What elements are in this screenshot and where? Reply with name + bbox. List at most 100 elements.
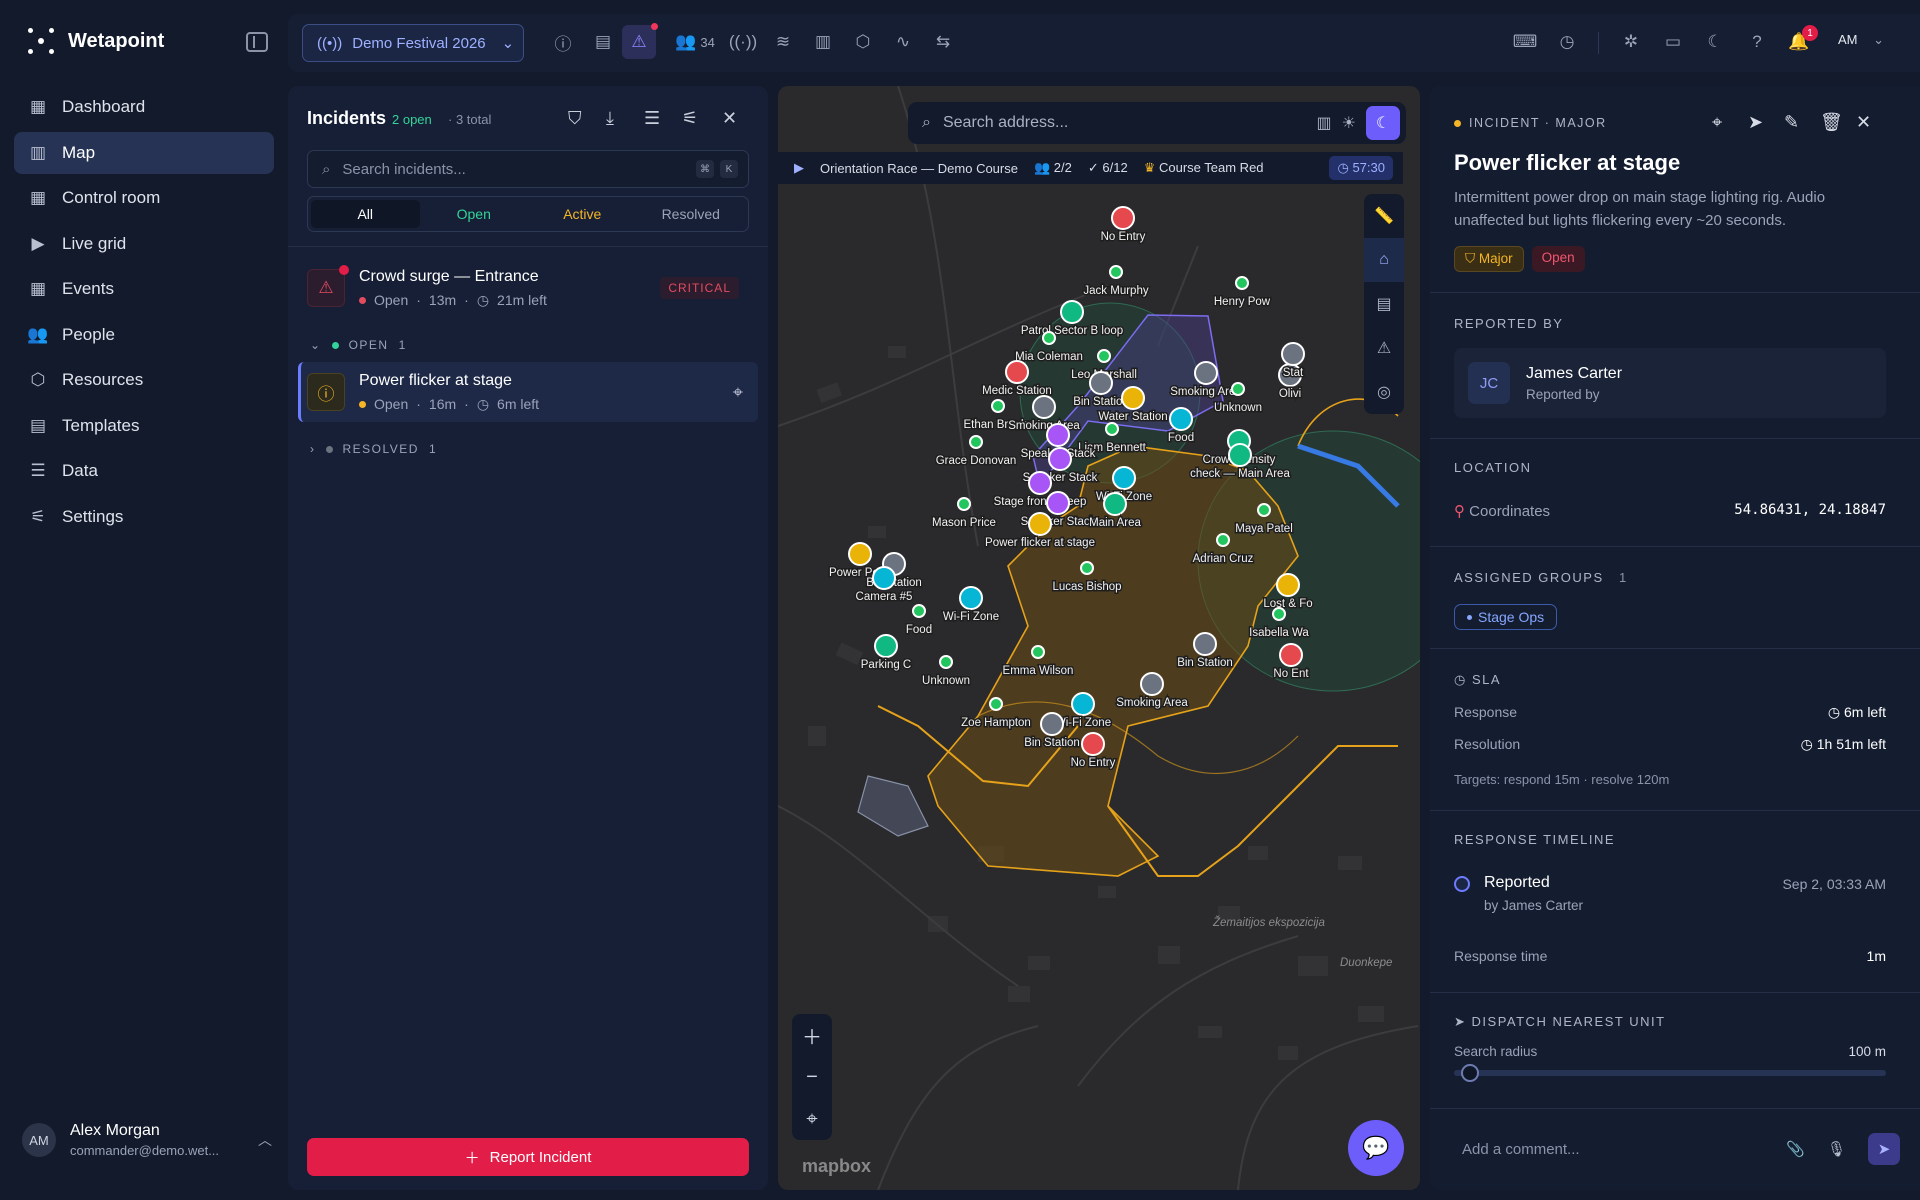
chat-button[interactable]: 💬 — [1348, 1120, 1404, 1176]
edit-icon[interactable]: ✎ — [1784, 112, 1799, 133]
app-logo[interactable]: Wetapoint — [28, 28, 164, 54]
map-marker[interactable] — [1109, 265, 1123, 279]
ruler-icon[interactable]: 📏 — [1364, 194, 1404, 238]
bug-icon[interactable]: ✲ — [1620, 31, 1642, 53]
sidebar-item-live-grid[interactable]: ▶ Live grid — [14, 223, 274, 265]
map-marker[interactable] — [1103, 492, 1127, 516]
filter-icon[interactable]: ⚟ — [682, 108, 698, 129]
map-marker[interactable] — [1080, 561, 1094, 575]
map-marker[interactable] — [991, 399, 1005, 413]
map-marker[interactable] — [1235, 276, 1249, 290]
user-avatar-button[interactable]: AM ⌄ — [1838, 32, 1884, 48]
info-icon[interactable]: ⓘ — [552, 31, 574, 54]
inbox-icon[interactable]: ▭ — [1662, 31, 1684, 53]
people-count-button[interactable]: 👥 34 — [672, 31, 718, 53]
play-icon[interactable]: ▶ — [794, 160, 804, 176]
sidebar-item-dashboard[interactable]: ▦ Dashboard — [14, 86, 274, 128]
incident-search[interactable]: ⌕ Search incidents... ⌘ K — [307, 150, 749, 188]
locate-icon[interactable]: ⌖ — [733, 382, 743, 403]
map-marker[interactable] — [1279, 643, 1303, 667]
moon-icon[interactable]: ☾ — [1366, 106, 1400, 140]
map-marker[interactable] — [1046, 491, 1070, 515]
close-icon[interactable]: ✕ — [722, 108, 737, 129]
zoom-out-button[interactable]: − — [792, 1056, 832, 1098]
slider-thumb[interactable] — [1460, 1064, 1479, 1082]
map-marker[interactable] — [1112, 466, 1136, 490]
route-icon[interactable]: ⇆ — [932, 31, 954, 53]
locate-icon[interactable]: ⌖ — [792, 1098, 832, 1140]
address-input[interactable]: Search address... — [943, 114, 1068, 132]
send-icon[interactable]: ➤ — [1748, 112, 1763, 133]
send-button[interactable]: ➤ — [1868, 1133, 1900, 1165]
alert-triangle-icon[interactable]: ⚠ — [1364, 326, 1404, 370]
map-marker[interactable] — [1040, 712, 1064, 736]
close-icon[interactable]: ✕ — [1856, 112, 1871, 133]
map-view[interactable]: No Entry Jack Murphy Patrol Sector B loop M… — [778, 86, 1420, 1190]
map-marker[interactable] — [1046, 423, 1070, 447]
radio-icon[interactable]: ((·)) — [729, 31, 757, 53]
sidebar-item-map[interactable]: ▥ Map — [14, 131, 274, 174]
locate-icon[interactable]: ⌖ — [1712, 112, 1722, 133]
map-marker[interactable] — [1276, 573, 1300, 597]
group-chip[interactable]: Stage Ops — [1454, 604, 1558, 630]
sidebar-item-people[interactable]: 👥 People — [14, 314, 274, 356]
trash-icon[interactable]: 🗑 — [1820, 112, 1843, 133]
map-marker[interactable] — [1005, 360, 1029, 384]
bell-icon[interactable]: 🔔 1 — [1788, 25, 1818, 53]
moon-icon[interactable]: ☾ — [1704, 31, 1726, 53]
map-marker[interactable] — [959, 586, 983, 610]
map-marker[interactable] — [1231, 382, 1245, 396]
layers-icon[interactable]: ≋ — [772, 31, 794, 53]
reporter-card[interactable]: JC James Carter Reported by — [1454, 348, 1886, 418]
sidebar-item-settings[interactable]: ⚟ Settings — [14, 496, 274, 538]
tab-resolved[interactable]: Resolved — [637, 200, 746, 228]
map-marker[interactable] — [1028, 471, 1052, 495]
map-marker[interactable] — [1281, 342, 1305, 366]
box-icon[interactable]: ⬡ — [852, 31, 874, 53]
map-marker[interactable] — [1105, 422, 1119, 436]
incident-row-major[interactable]: ⓘ Power flicker at stage Open · 16m · ◷ 6m le… — [307, 362, 749, 422]
clock-icon[interactable]: ◷ — [1556, 31, 1578, 53]
map-style-icon[interactable]: ▥ — [1317, 113, 1332, 133]
incidents-alert-icon[interactable]: ⚠ — [622, 23, 658, 59]
map-marker[interactable] — [1169, 407, 1193, 431]
map-marker[interactable] — [1111, 206, 1135, 230]
report-incident-button[interactable]: ＋ Report Incident — [307, 1138, 749, 1176]
map-marker[interactable] — [912, 604, 926, 618]
map-marker[interactable] — [1228, 443, 1252, 467]
map-canvas[interactable]: No Entry Jack Murphy Patrol Sector B loop M… — [778, 86, 1420, 1190]
keyboard-icon[interactable]: ⌨ — [1513, 31, 1538, 53]
map-marker[interactable] — [848, 542, 872, 566]
map-marker[interactable] — [1032, 395, 1056, 419]
tab-all[interactable]: All — [311, 200, 420, 228]
activity-icon[interactable]: ∿ — [892, 31, 914, 53]
map-marker[interactable] — [1121, 386, 1145, 410]
chevron-up-icon[interactable]: ︿ — [258, 1130, 272, 1150]
group-open-header[interactable]: ⌄ OPEN 1 — [310, 338, 407, 352]
coordinates[interactable]: 54.86431, 24.18847 — [1734, 502, 1886, 520]
clipboard-icon[interactable]: ▤ — [1364, 282, 1404, 326]
sidebar-item-resources[interactable]: ⬡ Resources — [14, 359, 274, 401]
sidebar-item-control-room[interactable]: ▦ Control room — [14, 177, 274, 219]
map-marker[interactable] — [939, 655, 953, 669]
tab-active[interactable]: Active — [528, 200, 637, 228]
mapbox-logo[interactable]: mapbox — [802, 1156, 871, 1177]
map-marker[interactable] — [1193, 632, 1217, 656]
map-marker[interactable] — [969, 435, 983, 449]
map-marker[interactable] — [1140, 672, 1164, 696]
event-selector[interactable]: ((•)) Demo Festival 2026 ⌄ — [302, 24, 524, 62]
sidebar-item-templates[interactable]: ▤ Templates — [14, 405, 274, 447]
map-marker[interactable] — [1081, 732, 1105, 756]
radius-slider[interactable] — [1454, 1064, 1886, 1082]
download-icon[interactable]: ⤓ — [606, 108, 614, 129]
mic-icon[interactable]: 🎙 — [1827, 1140, 1846, 1158]
map-marker[interactable] — [989, 697, 1003, 711]
map-marker[interactable] — [1272, 607, 1286, 621]
sun-icon[interactable]: ☀ — [1342, 113, 1356, 133]
map-marker[interactable] — [1089, 371, 1113, 395]
user-menu[interactable]: AM Alex Morgan commander@demo.wet... ︿ — [22, 1122, 272, 1158]
comment-input[interactable]: Add a comment... 📎 🎙 ➤ — [1450, 1125, 1900, 1173]
map-marker[interactable] — [1194, 361, 1218, 385]
tag-icon[interactable]: ⌂ — [1364, 238, 1404, 282]
clipboard-icon[interactable]: ▤ — [592, 31, 614, 53]
